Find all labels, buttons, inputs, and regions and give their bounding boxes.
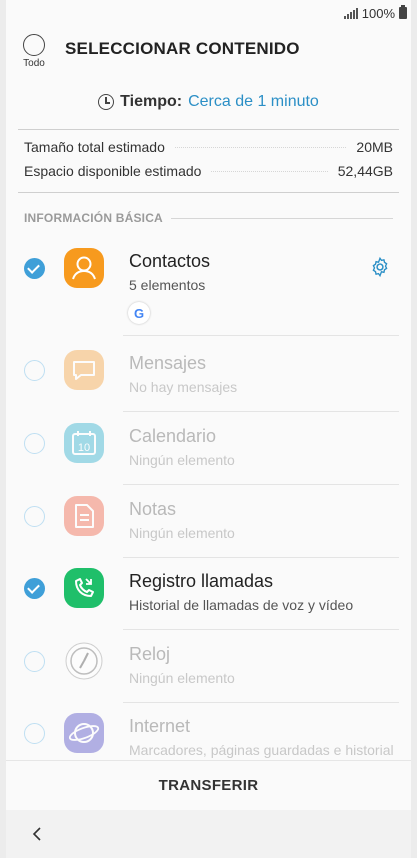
item-subtitle: Ningún elemento	[129, 452, 235, 468]
free-space-label: Espacio disponible estimado	[24, 163, 202, 179]
section-title: INFORMACIÓN BÁSICA	[24, 211, 163, 225]
status-bar: 100%	[343, 0, 407, 26]
item-title: Registro llamadas	[129, 571, 274, 591]
item-title: Internet	[129, 716, 191, 736]
list-item-messages[interactable]: Mensajes No hay mensajes	[6, 340, 411, 412]
item-title: Notas	[129, 499, 177, 519]
clock-app-icon	[64, 641, 104, 681]
battery-icon	[399, 5, 407, 19]
total-size-label: Tamaño total estimado	[24, 139, 165, 155]
list-item-calendar[interactable]: 10 Calendario Ningún elemento	[6, 413, 411, 485]
dotted-leader	[174, 146, 347, 148]
item-title: Contactos	[129, 251, 211, 271]
item-checkbox[interactable]	[24, 433, 45, 454]
select-all-toggle[interactable]: Todo	[16, 32, 52, 69]
select-all-radio[interactable]	[23, 34, 45, 56]
contacts-icon	[64, 248, 104, 288]
signal-icon	[343, 7, 358, 19]
time-value: Cerca de 1 minuto	[188, 93, 319, 110]
time-estimate: Tiempo: Cerca de 1 minuto	[6, 86, 411, 118]
item-subtitle: Marcadores, páginas guardadas e historia…	[129, 742, 394, 758]
total-size-row: Tamaño total estimado 20MB	[24, 136, 393, 158]
navigation-bar	[6, 810, 411, 858]
list-item-clock[interactable]: Reloj Ningún elemento	[6, 631, 411, 703]
divider	[18, 192, 399, 193]
time-label: Tiempo:	[120, 93, 183, 110]
item-divider	[123, 484, 399, 485]
item-checkbox[interactable]	[24, 506, 45, 527]
notes-icon	[64, 496, 104, 536]
internet-icon	[64, 713, 104, 753]
select-all-label: Todo	[23, 58, 45, 69]
list-item-internet[interactable]: Internet Marcadores, páginas guardadas e…	[6, 703, 411, 760]
item-title: Reloj	[129, 644, 171, 664]
item-checkbox[interactable]	[24, 360, 45, 381]
item-subtitle: Historial de llamadas de voz y vídeo	[129, 597, 354, 613]
item-checkbox[interactable]	[24, 578, 45, 599]
item-subtitle: Ningún elemento	[129, 525, 235, 541]
call-log-icon	[64, 568, 104, 608]
transfer-button[interactable]: TRANSFERIR	[6, 760, 411, 810]
list-item-notes[interactable]: Notas Ningún elemento	[6, 486, 411, 558]
item-subtitle: Ningún elemento	[129, 670, 235, 686]
google-account-icon: G	[128, 302, 150, 324]
messages-icon	[64, 350, 104, 390]
item-divider	[123, 335, 399, 336]
item-divider	[123, 629, 399, 630]
item-title: Calendario	[129, 426, 217, 446]
dotted-leader	[211, 170, 328, 172]
battery-percent: 100%	[361, 5, 395, 21]
item-checkbox[interactable]	[24, 651, 45, 672]
item-subtitle: No hay mensajes	[129, 379, 238, 395]
total-size-value: 20MB	[356, 139, 393, 155]
gear-icon[interactable]	[369, 256, 391, 278]
item-title: Mensajes	[129, 353, 207, 373]
section-line	[170, 217, 393, 219]
item-checkbox[interactable]	[24, 258, 45, 279]
list-item-contacts[interactable]: Contactos 5 elementos G	[6, 238, 411, 336]
divider	[18, 129, 399, 130]
item-checkbox[interactable]	[24, 723, 45, 744]
app-header: Todo SELECCIONAR CONTENIDO	[6, 26, 411, 74]
item-divider	[123, 411, 399, 412]
section-header: INFORMACIÓN BÁSICA	[24, 208, 393, 228]
free-space-row: Espacio disponible estimado 52,44GB	[24, 160, 393, 182]
list-item-call-log[interactable]: Registro llamadas Historial de llamadas …	[6, 558, 411, 630]
free-space-value: 52,44GB	[337, 163, 393, 179]
svg-text:10: 10	[78, 442, 90, 454]
back-icon[interactable]	[30, 826, 44, 842]
page-title: SELECCIONAR CONTENIDO	[65, 39, 300, 58]
item-subtitle: 5 elementos	[129, 277, 206, 293]
clock-icon	[98, 94, 115, 110]
calendar-icon: 10	[64, 423, 104, 463]
